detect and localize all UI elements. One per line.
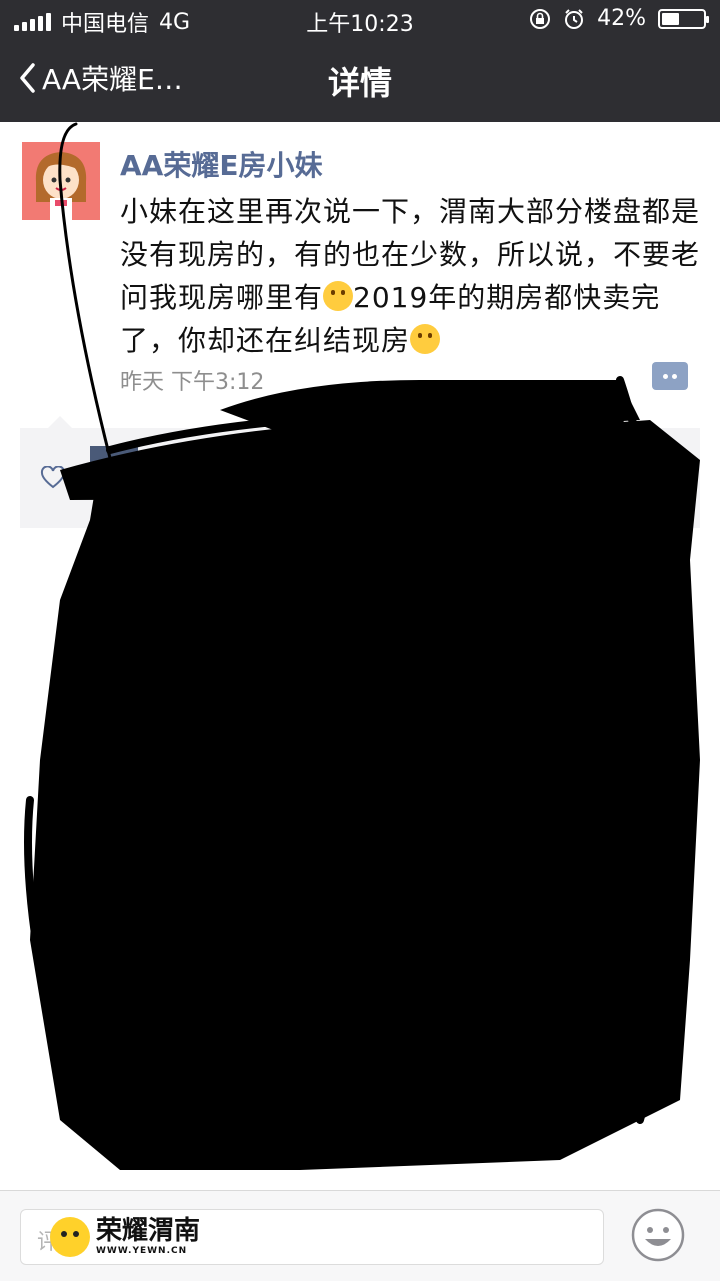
top-bar: 中国电信 4G 上午10:23 42% AA荣耀E… 详情 xyxy=(0,0,720,122)
watermark-logo: 荣耀渭南 WWW.YEWN.CN xyxy=(50,1211,200,1263)
emoji-button-icon[interactable] xyxy=(630,1207,686,1263)
status-bar: 中国电信 4G 上午10:23 42% xyxy=(0,0,720,40)
liker-avatar[interactable] xyxy=(90,446,138,494)
comment-bar: 评论 荣耀渭南 WWW.YEWN.CN xyxy=(0,1190,720,1281)
smile-emoji-icon xyxy=(410,324,441,354)
heart-icon xyxy=(40,466,66,489)
post-timestamp: 昨天 下午3:12 xyxy=(120,370,265,395)
post-content: 小妹在这里再次说一下，渭南大部分楼盘都是没有现房的，有的也在少数，所以说，不要老… xyxy=(120,190,700,362)
status-right: 42% xyxy=(529,6,709,31)
bee-logo-icon xyxy=(50,1217,90,1257)
avatar-girl-image xyxy=(22,142,100,220)
comment-button[interactable] xyxy=(652,362,688,390)
alarm-icon xyxy=(565,8,584,29)
nav-bar: AA荣耀E… 详情 xyxy=(0,40,720,122)
battery-percent: 42% xyxy=(597,6,646,31)
post-author[interactable]: AA荣耀E房小妹 xyxy=(120,144,322,184)
watermark-url: WWW.YEWN.CN xyxy=(96,1246,188,1256)
laugh-cry-emoji-icon xyxy=(323,281,354,311)
likes-box xyxy=(20,416,700,528)
page-title: 详情 xyxy=(327,64,392,102)
avatar[interactable] xyxy=(22,142,100,220)
battery-icon xyxy=(658,8,709,29)
rotation-lock-icon xyxy=(530,8,551,29)
watermark-title: 荣耀渭南 xyxy=(96,1216,201,1246)
